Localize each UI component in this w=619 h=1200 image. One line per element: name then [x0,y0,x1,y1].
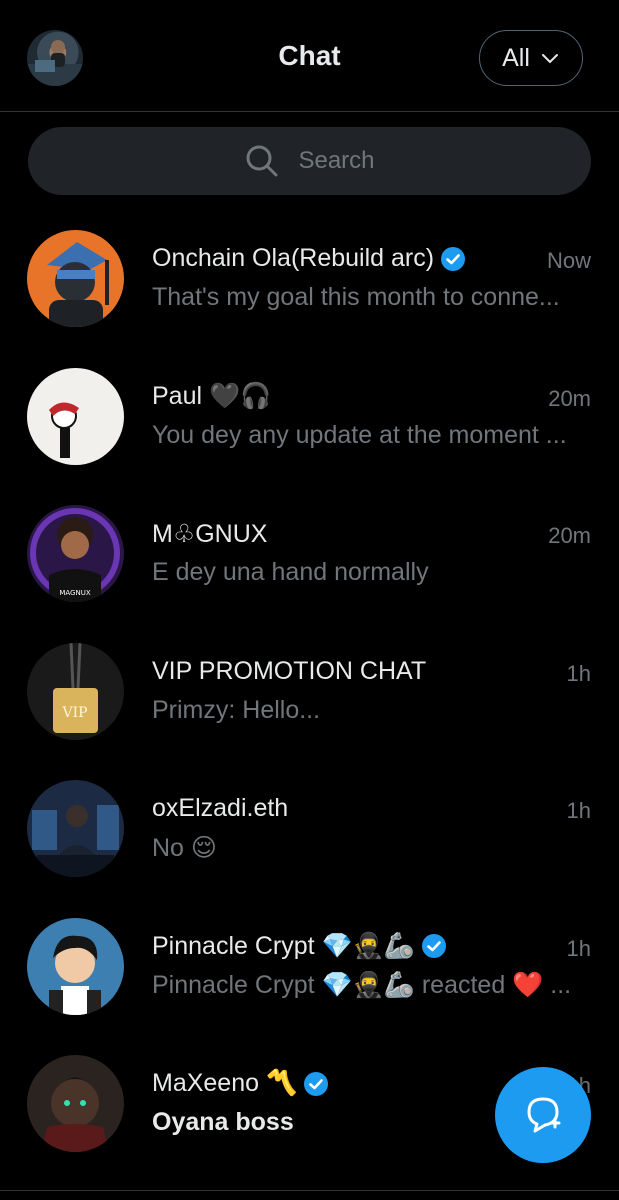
message-preview: That's my goal this month to conne... [152,283,560,311]
conversation-row[interactable]: VIP VIP PROMOTION CHAT 1h Primzy: Hello.… [0,630,619,768]
conversation-name: Pinnacle Crypt 💎🥷🦾 [152,932,447,961]
top-bar: Chat All [0,0,619,112]
svg-text:VIP: VIP [61,705,87,721]
verified-badge-icon [441,246,466,271]
bottom-divider [0,1190,619,1191]
filter-dropdown-button[interactable]: All [479,30,583,86]
filter-label: All [502,43,530,72]
conversation-row[interactable]: Onchain Ola(Rebuild arc) Now That's my g… [0,217,619,355]
message-preview: Primzy: Hello... [152,695,321,724]
avatar: MAGNUX [27,505,124,602]
avatar [27,230,124,327]
conversation-name: M♧GNUX [152,520,268,548]
conversation-row[interactable]: Paul 🖤🎧 20m You dey any update at the mo… [0,355,619,493]
timestamp: Now [546,248,591,273]
conversation-row[interactable]: oxElzadi.eth 1h No 😌 [0,767,619,905]
conversation-name: VIP PROMOTION CHAT [152,656,427,685]
avatar [27,367,124,465]
conversation-name: oxElzadi.eth [152,794,289,822]
conversation-name: Onchain Ola(Rebuild arc) [152,244,466,273]
timestamp: 20m [548,385,591,411]
svg-text:MAGNUX: MAGNUX [59,589,90,597]
conversation-row[interactable]: MAGNUX M♧GNUX 20m E dey una hand normall… [0,492,619,630]
avatar: VIP [27,642,124,740]
message-preview: E dey una hand normally [152,558,429,586]
new-message-icon [527,1097,561,1133]
conversation-list: Onchain Ola(Rebuild arc) Now That's my g… [0,217,619,1180]
search-icon [246,145,278,177]
timestamp: 1h [566,660,591,686]
timestamp: 1h [566,798,591,823]
avatar [27,780,124,877]
conversation-row[interactable]: Pinnacle Crypt 💎🥷🦾 1h Pinnacle Crypt 💎🥷🦾… [0,905,619,1043]
avatar [27,917,124,1015]
conversation-name: MaXeeno 〽️ [152,1069,329,1098]
message-preview: No 😌 [152,834,217,862]
timestamp: 1h [566,935,591,961]
verified-badge-icon [304,1071,329,1096]
message-preview: Pinnacle Crypt 💎🥷🦾 reacted ❤️ ... [152,970,572,999]
chevron-down-icon [541,54,558,64]
search-input[interactable]: Search [28,127,591,195]
new-message-button[interactable] [495,1067,591,1163]
timestamp: 20m [548,523,591,548]
avatar [27,1055,124,1152]
verified-badge-icon [421,934,446,958]
conversation-name: Paul 🖤🎧 [152,381,272,410]
search-placeholder: Search [298,147,375,174]
message-preview: You dey any update at the moment ... [152,420,567,449]
